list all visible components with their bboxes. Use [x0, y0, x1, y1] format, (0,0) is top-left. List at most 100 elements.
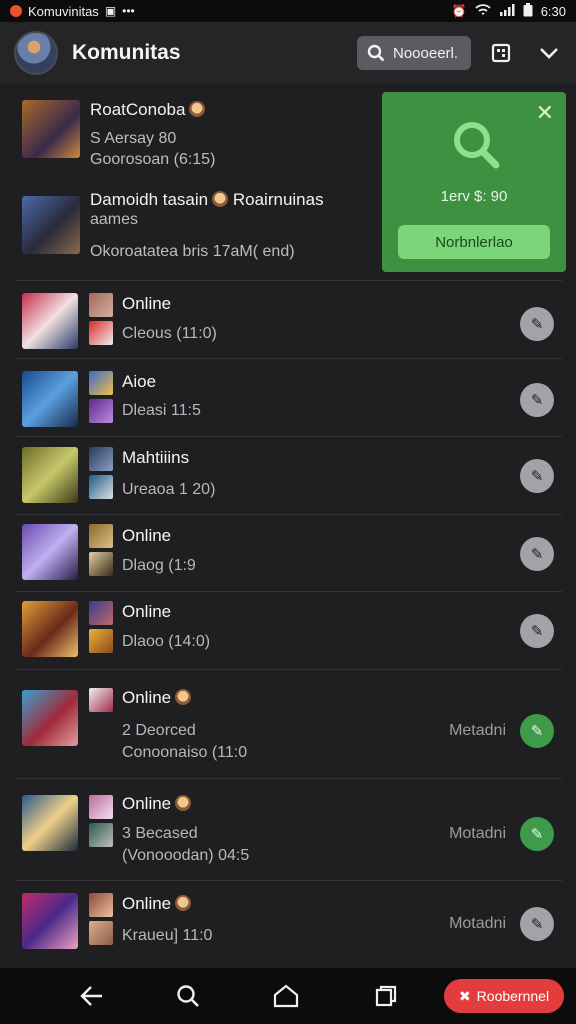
list-item[interactable]: Online 3 Becased (Vonooodan) 04:5 Motadn…: [16, 778, 562, 880]
featured-title: Damoidh tasain: [90, 190, 209, 209]
image-icon: ▣: [104, 4, 117, 18]
list-item[interactable]: Online 2 Deorced Conoonaiso (11:0 Metadn…: [16, 669, 562, 778]
game-thumbnail: [22, 524, 78, 580]
player-avatar: [89, 321, 113, 345]
game-thumbnail: [22, 293, 78, 349]
face-emoji-icon: [189, 101, 206, 117]
edit-button[interactable]: ✎: [520, 907, 554, 941]
app-bar: Komunitas Noooeerl.: [0, 22, 576, 84]
chevron-down-icon: [540, 48, 558, 59]
row-detail: Dlaoo (14:0): [122, 633, 211, 650]
qr-scan-icon: [491, 43, 511, 63]
row-status: Online: [122, 294, 172, 313]
battery-icon: [523, 2, 533, 20]
list-item[interactable]: Aioe Dleasi 11:5 ✎: [16, 358, 562, 436]
player-avatar: [89, 293, 113, 317]
row-meta: Motadni: [449, 915, 506, 932]
qr-scan-button[interactable]: [484, 36, 518, 70]
game-thumbnail: [22, 893, 78, 949]
signal-icon: [499, 3, 515, 19]
pencil-icon: ✎: [530, 392, 544, 409]
recent-apps-icon: [375, 985, 397, 1007]
row-detail: Dlaog (1:9: [122, 557, 196, 574]
back-button[interactable]: [76, 980, 108, 1012]
game-thumbnail: [22, 447, 78, 503]
row-meta: Metadni: [449, 722, 506, 739]
face-emoji-icon: [175, 689, 192, 705]
pencil-icon: ✎: [530, 723, 544, 740]
more-dots-icon: •••: [122, 4, 135, 18]
featured-subtitle: aames: [90, 211, 139, 228]
search-icon: [454, 122, 500, 169]
player-avatar: [89, 893, 113, 917]
home-button[interactable]: [270, 980, 302, 1012]
edit-button[interactable]: ✎: [520, 383, 554, 417]
player-avatar: [89, 552, 113, 576]
edit-button[interactable]: ✎: [520, 614, 554, 648]
list-item[interactable]: Online Cleous (11:0) ✎: [16, 280, 562, 358]
app-notification-icon: [10, 5, 22, 17]
row-detail: Kraueu] 11:0: [122, 927, 213, 944]
row-status: Online: [122, 602, 172, 621]
row-subdetail: (Vonooodan) 04:5: [122, 847, 250, 864]
edit-button[interactable]: ✎: [520, 459, 554, 493]
back-arrow-icon: [80, 986, 102, 1006]
page-title: Komunitas: [72, 41, 181, 64]
row-status: Mahtiiins: [122, 448, 190, 467]
recent-apps-button[interactable]: [370, 980, 402, 1012]
list-item[interactable]: Online Kraueu] 11:0 Motadni ✎: [16, 880, 562, 966]
close-icon: ✖: [458, 987, 471, 1004]
pencil-icon: ✎: [530, 623, 544, 640]
list-item[interactable]: Mahtiiins Ureaoa 1 20) ✎: [16, 436, 562, 514]
edit-button[interactable]: ✎: [520, 817, 554, 851]
row-status: Online: [122, 526, 172, 545]
featured-title-suffix: Roairnuinas: [232, 190, 324, 209]
search-button[interactable]: Noooeerl.: [357, 36, 471, 70]
featured-detail: Okoroatatea bris 17aM( end): [90, 243, 295, 260]
avatar[interactable]: [14, 31, 58, 75]
player-avatar: [89, 823, 113, 847]
search-icon: [177, 985, 199, 1007]
close-icon[interactable]: ✕: [536, 100, 554, 126]
edit-button[interactable]: ✎: [520, 714, 554, 748]
expand-menu-button[interactable]: [532, 36, 566, 70]
list-item[interactable]: Online Dlaog (1:9 ✎: [16, 514, 562, 591]
player-avatar: [89, 688, 113, 712]
row-subdetail: Conoonaiso (11:0: [122, 744, 248, 761]
alarm-icon: ⏰: [451, 4, 467, 18]
player-avatar: [89, 371, 113, 395]
row-detail: 3 Becased: [122, 825, 198, 842]
face-emoji-icon: [175, 895, 192, 911]
player-avatar: [89, 601, 113, 625]
edit-button[interactable]: ✎: [520, 537, 554, 571]
pencil-icon: ✎: [530, 468, 544, 485]
player-avatar: [89, 447, 113, 471]
search-button-label: Noooeerl.: [393, 44, 459, 62]
featured-title: RoatConoba: [90, 100, 186, 119]
search-nav-button[interactable]: [172, 980, 204, 1012]
player-avatar: [89, 475, 113, 499]
player-avatar: [89, 524, 113, 548]
game-thumbnail: [22, 690, 78, 746]
wifi-icon: [475, 3, 491, 19]
player-avatar: [89, 795, 113, 819]
report-button[interactable]: ✖ Roobernnel: [444, 979, 564, 1013]
pencil-icon: ✎: [530, 316, 544, 333]
row-status: Online: [122, 688, 172, 707]
home-icon: [273, 984, 299, 1008]
row-status: Online: [122, 794, 172, 813]
status-bar: Komuvinitas ▣ ••• ⏰ 6:30: [0, 0, 576, 22]
featured-thumbnail: [22, 100, 80, 158]
list-item[interactable]: Online Dlaoo (14:0) ✎: [16, 591, 562, 669]
row-detail: Dleasi 11:5: [122, 402, 201, 419]
row-status: Aioe: [122, 372, 157, 391]
row-detail: Cleous (11:0): [122, 325, 217, 342]
search-icon: [367, 44, 385, 62]
promo-action-button[interactable]: Norbnlerlao: [398, 225, 550, 259]
navigation-bar: ✖ Roobernnel: [0, 968, 576, 1024]
featured-subtitle: S Aersay 80: [90, 130, 177, 147]
featured-detail: Goorosoan (6:15): [90, 151, 216, 168]
edit-button[interactable]: ✎: [520, 307, 554, 341]
row-detail: Ureaoa 1 20): [122, 481, 216, 498]
promo-card: ✕ 1erv $: 90 Norbnlerlao: [382, 92, 566, 272]
